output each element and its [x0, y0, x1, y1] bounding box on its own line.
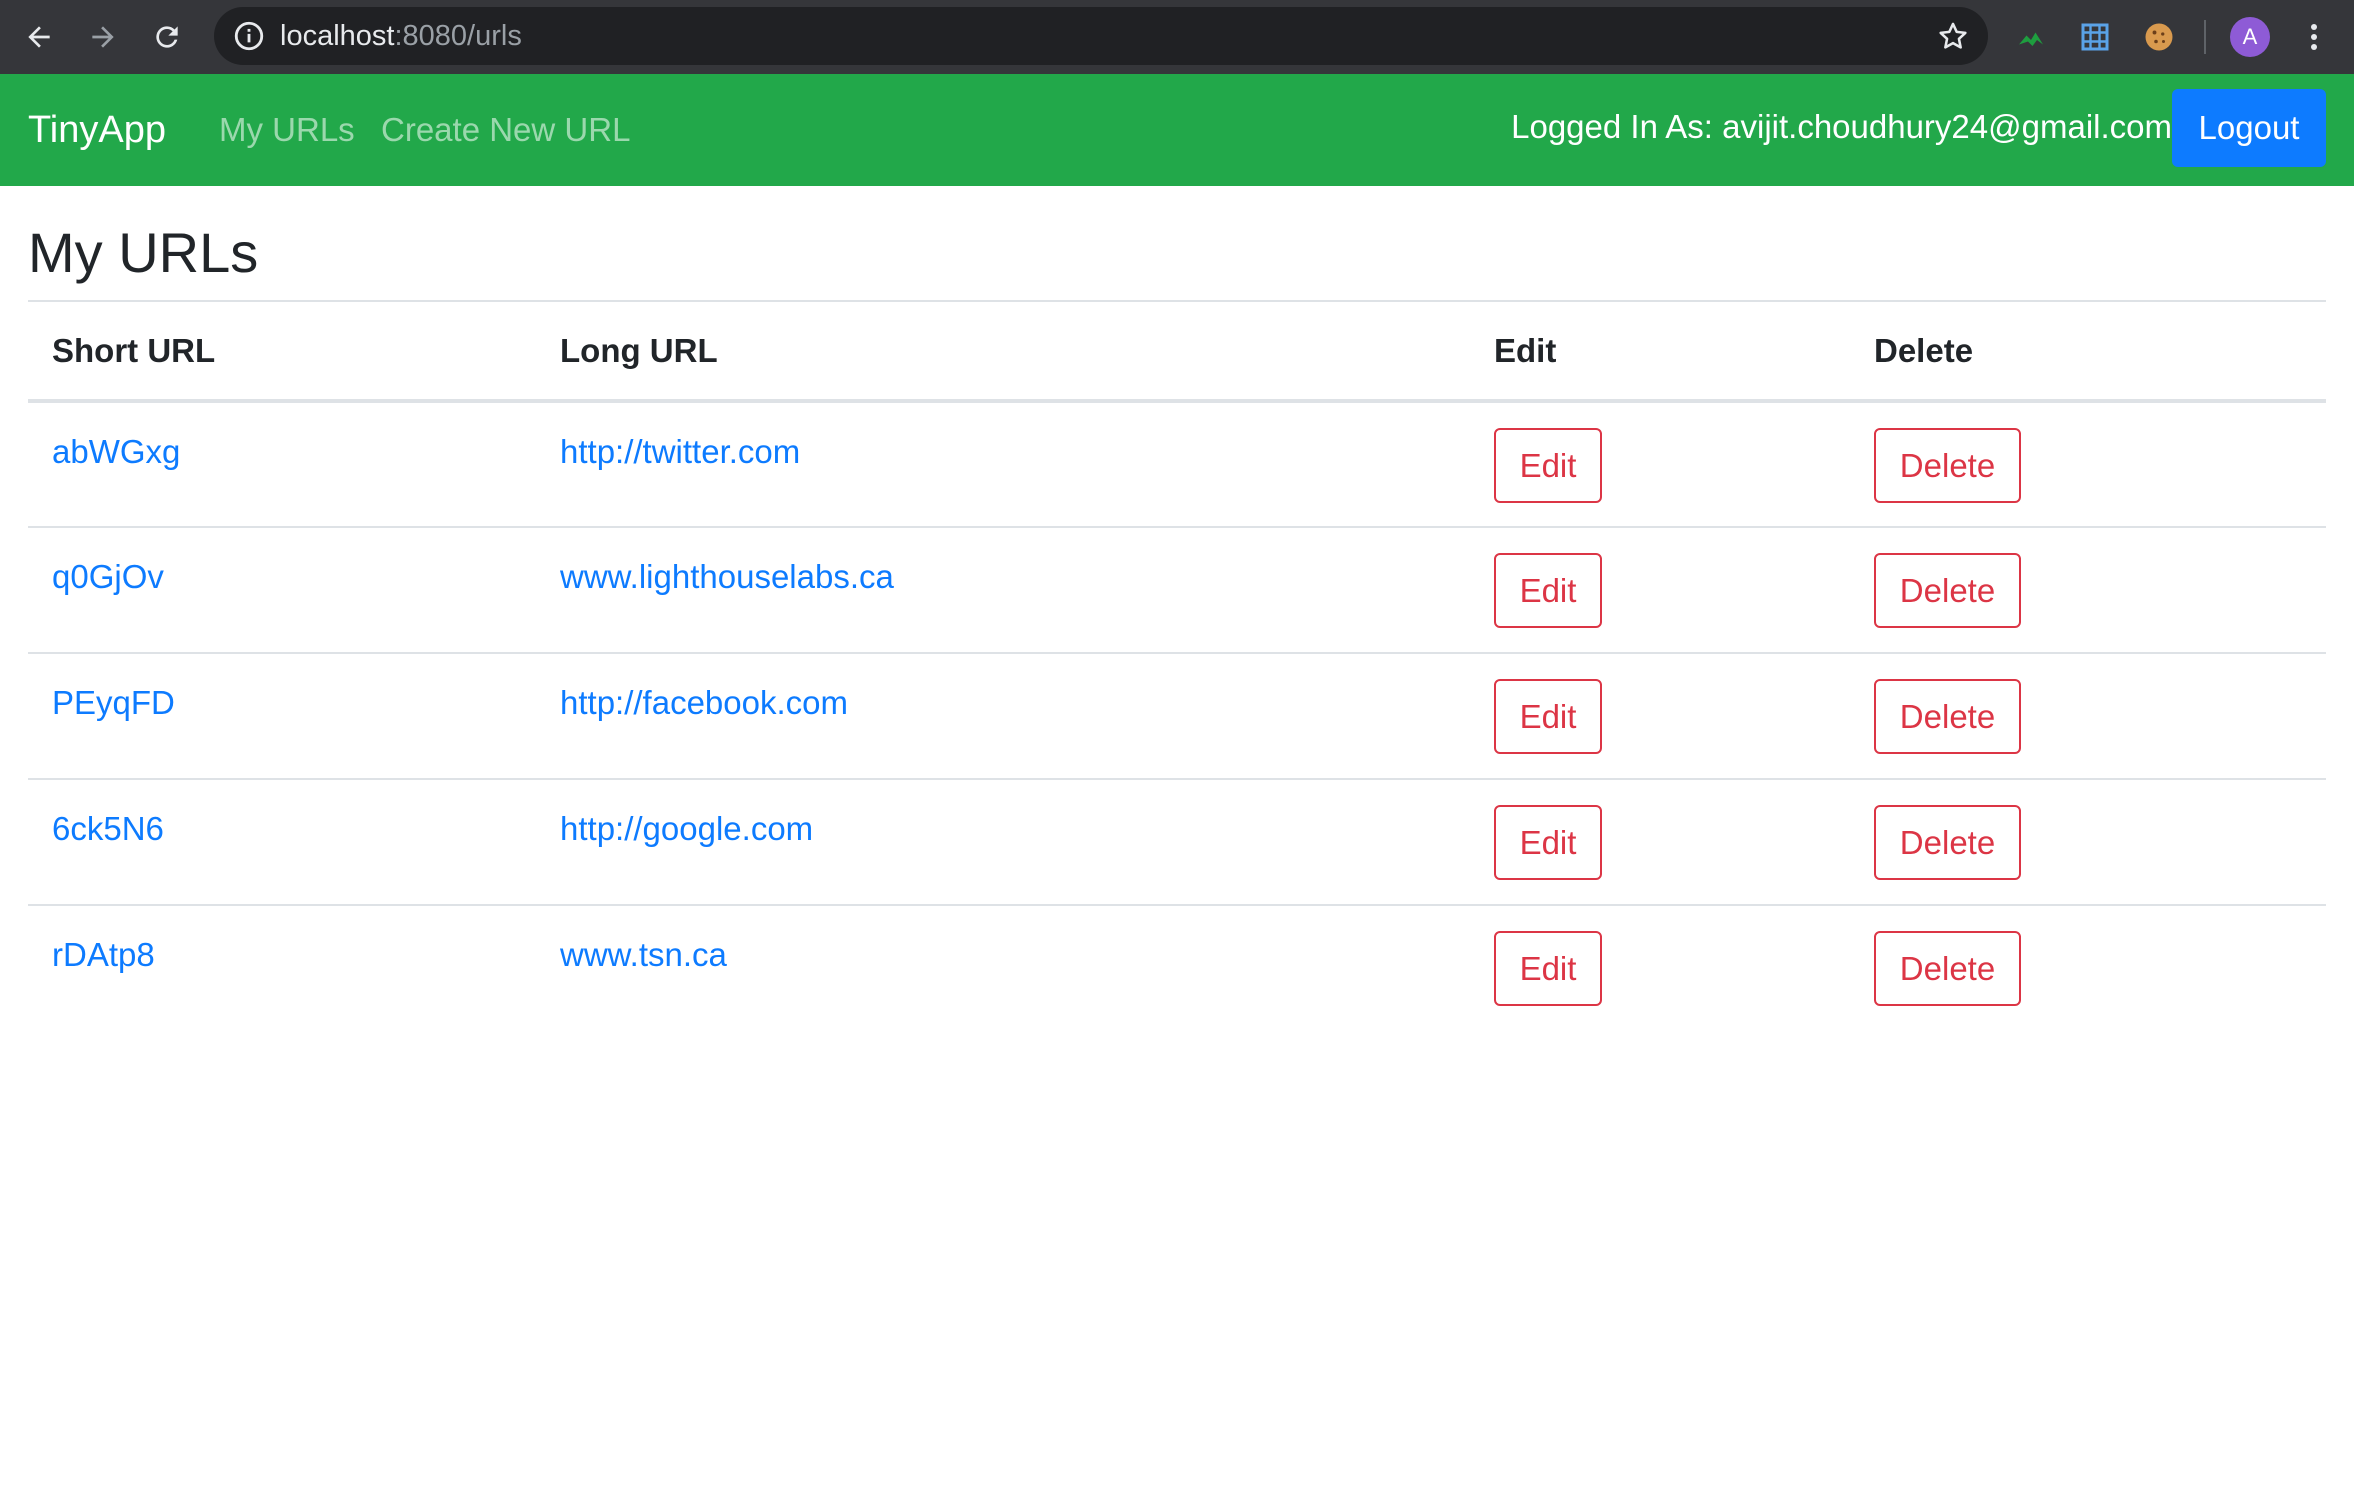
extension-grid-icon[interactable]	[2074, 16, 2116, 58]
cookie-icon[interactable]	[2138, 16, 2180, 58]
long-url-link[interactable]: http://twitter.com	[560, 433, 800, 471]
forward-button[interactable]	[78, 12, 128, 62]
brand-link[interactable]: TinyApp	[28, 74, 166, 186]
short-url-link[interactable]: q0GjOv	[52, 558, 164, 596]
column-header-long-url: Long URL	[536, 300, 1470, 403]
delete-button[interactable]: Delete	[1874, 679, 2021, 754]
kebab-menu-icon	[2311, 24, 2317, 50]
edit-button[interactable]: Edit	[1494, 679, 1602, 754]
info-icon[interactable]	[232, 19, 266, 53]
address-url: localhost:8080/urls	[280, 7, 522, 65]
long-url-link[interactable]: www.tsn.ca	[560, 936, 727, 974]
more-menu-button[interactable]	[2296, 16, 2332, 58]
short-url-link[interactable]: PEyqFD	[52, 684, 175, 722]
arrow-left-icon	[28, 26, 50, 48]
short-url-link[interactable]: abWGxg	[52, 433, 180, 471]
edit-button[interactable]: Edit	[1494, 805, 1602, 880]
bookmark-star-icon[interactable]	[1936, 19, 1970, 53]
delete-button[interactable]: Delete	[1874, 553, 2021, 628]
table-header-row: Short URL Long URL Edit Delete	[28, 300, 2326, 403]
edit-button[interactable]: Edit	[1494, 428, 1602, 503]
browser-toolbar: localhost:8080/urls A	[0, 0, 2354, 74]
delete-button[interactable]: Delete	[1874, 805, 2021, 880]
delete-button[interactable]: Delete	[1874, 428, 2021, 503]
long-url-link[interactable]: http://google.com	[560, 810, 813, 848]
column-header-short-url: Short URL	[28, 300, 536, 403]
delete-button[interactable]: Delete	[1874, 931, 2021, 1006]
urls-table: Short URL Long URL Edit Delete abWGxg ht…	[28, 300, 2326, 1031]
long-url-link[interactable]: www.lighthouselabs.ca	[560, 558, 894, 596]
column-header-delete: Delete	[1850, 300, 2326, 403]
toolbar-divider	[2204, 20, 2206, 54]
address-bar[interactable]: localhost:8080/urls	[214, 7, 1988, 65]
nav-my-urls[interactable]: My URLs	[219, 74, 355, 186]
table-row: rDAtp8 www.tsn.ca Edit Delete	[28, 905, 2326, 1031]
table-row: abWGxg http://twitter.com Edit Delete	[28, 401, 2326, 528]
column-header-edit: Edit	[1470, 300, 1850, 403]
page-title: My URLs	[28, 221, 259, 284]
arrow-right-icon	[92, 26, 114, 48]
extension-green-icon[interactable]	[2010, 16, 2052, 58]
logged-in-label: Logged In As: avijit.choudhury24@gmail.c…	[1511, 108, 2172, 145]
short-url-link[interactable]: 6ck5N6	[52, 810, 164, 848]
back-button[interactable]	[14, 12, 64, 62]
reload-icon	[156, 26, 178, 48]
edit-button[interactable]: Edit	[1494, 931, 1602, 1006]
nav-create-new-url[interactable]: Create New URL	[381, 74, 630, 186]
edit-button[interactable]: Edit	[1494, 553, 1602, 628]
logout-button[interactable]: Logout	[2172, 89, 2326, 167]
long-url-link[interactable]: http://facebook.com	[560, 684, 848, 722]
url-host: localhost	[280, 20, 395, 52]
short-url-link[interactable]: rDAtp8	[52, 936, 155, 974]
table-row: q0GjOv www.lighthouselabs.ca Edit Delete	[28, 527, 2326, 654]
table-row: PEyqFD http://facebook.com Edit Delete	[28, 653, 2326, 780]
table-row: 6ck5N6 http://google.com Edit Delete	[28, 779, 2326, 906]
profile-avatar[interactable]: A	[2230, 17, 2270, 57]
reload-button[interactable]	[142, 12, 192, 62]
app-navbar: TinyApp My URLs Create New URL Logged In…	[0, 74, 2354, 186]
url-path: :8080/urls	[394, 20, 522, 52]
